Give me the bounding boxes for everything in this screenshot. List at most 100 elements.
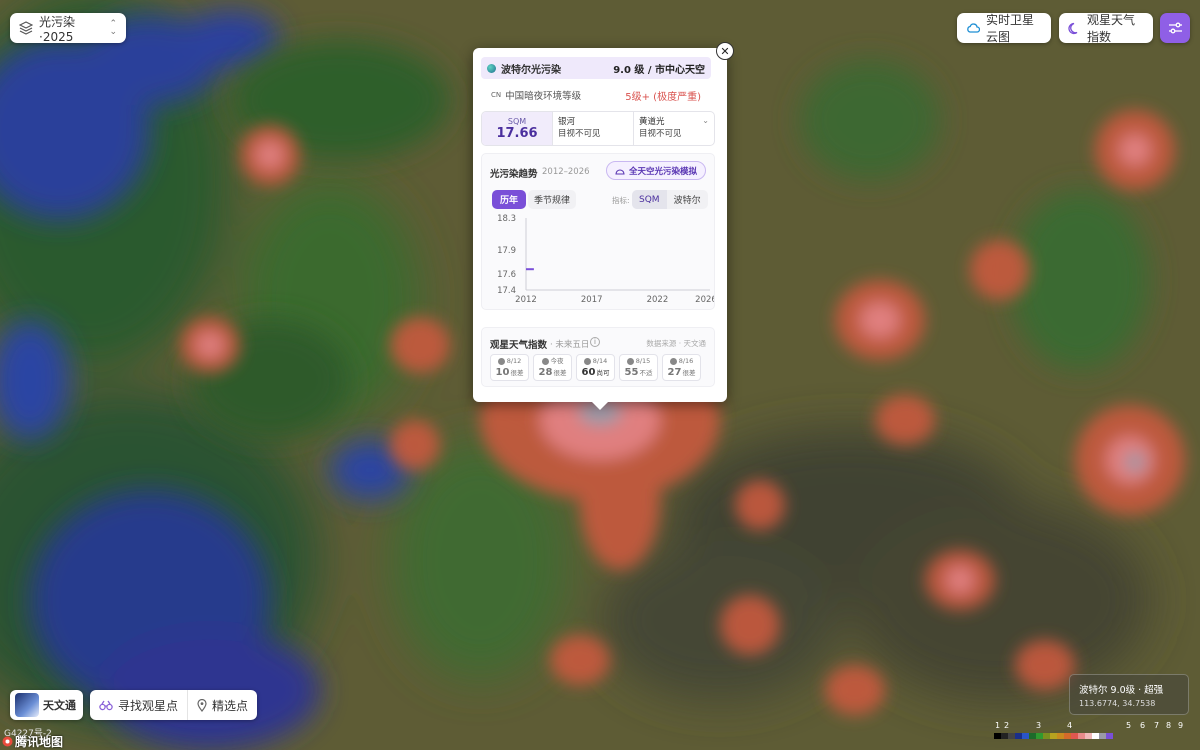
location-pin-icon	[197, 698, 207, 712]
sqm-key: SQM	[507, 116, 527, 126]
tab-yearly[interactable]: 历年	[492, 190, 527, 209]
metric-bortle[interactable]: 波特尔	[667, 190, 708, 209]
legend-swatch	[1057, 733, 1064, 739]
app-brand-button[interactable]: 天文通	[10, 690, 83, 720]
legend-swatch	[1036, 733, 1043, 739]
forecast-day[interactable]: 8/15 55不适	[619, 354, 658, 381]
trend-title: 光污染趋势	[490, 169, 538, 180]
x-tick-label: 2022	[647, 295, 669, 305]
featured-spots-button[interactable]: 精选点	[187, 690, 257, 720]
day-score: 55	[624, 367, 639, 378]
chevron-updown-icon: ⌃ ⌄	[109, 19, 117, 37]
legend-label: 6	[1140, 721, 1146, 730]
zodiacal-stat[interactable]: 黄道光 目视不可见 ⌄	[633, 112, 714, 145]
legend-swatch	[1085, 733, 1092, 739]
legend-label: 5	[1126, 721, 1132, 730]
legend-label: 1	[995, 721, 1001, 730]
info-icon[interactable]: i	[590, 337, 600, 347]
dome-icon	[615, 168, 625, 175]
day-date: 8/14	[592, 357, 608, 365]
y-tick-label: 17.9	[497, 246, 516, 256]
cursor-bortle-value: 波特尔 9.0级 · 超强	[1079, 685, 1164, 696]
sqm-value: 17.66	[496, 125, 538, 141]
satellite-cloud-label: 实时卫星云图	[986, 13, 1035, 44]
milkyway-stat: 银河 目视不可见	[552, 112, 633, 145]
moon-icon	[1068, 22, 1078, 34]
close-button[interactable]: ✕	[716, 42, 734, 60]
day-date: 8/15	[635, 357, 651, 365]
trend-panel: 光污染趋势 2012–2026 全天空光污染模拟 历年 季节规律 指标: SQM…	[481, 153, 715, 310]
stargazing-weather-label: 观星天气指数	[1087, 13, 1136, 44]
day-label: 很差	[510, 369, 524, 377]
weather-sub: · 未来五日	[550, 340, 590, 350]
trend-chart: 18.3 17.9 17.6 17.42012 2017 2022 2026	[497, 214, 714, 305]
day-date: 今夜	[550, 357, 564, 365]
legend-label: 2	[1004, 721, 1010, 730]
legend-swatch	[1022, 733, 1029, 739]
class-label: 中国暗夜环境等级	[505, 91, 582, 102]
location-popup: ✕ 波特尔光污染 9.0 级 / 市中心天空 CN 中国暗夜环境等级 5级+ (…	[473, 42, 734, 402]
cloud-icon	[967, 23, 980, 33]
tencent-map-icon	[2, 736, 13, 747]
day-score: 60	[581, 367, 596, 378]
trend-range: 2012–2026	[542, 167, 590, 177]
sky-simulation-label: 全天空光污染模拟	[628, 166, 697, 177]
weather-dot-icon	[541, 358, 549, 365]
stargazing-weather-button[interactable]: 观星天气指数	[1059, 13, 1153, 44]
x-tick-label: 2026	[695, 295, 714, 305]
find-stargazing-button[interactable]: 寻找观星点	[90, 690, 187, 720]
legend-swatch	[1043, 733, 1050, 739]
legend-swatch	[1050, 733, 1057, 739]
class-value: 5级+ (极度严重)	[625, 91, 701, 103]
y-tick-label: 17.6	[497, 270, 516, 280]
cursor-info-box: 波特尔 9.0级 · 超强 113.6774, 34.7538	[1069, 674, 1189, 715]
weather-dot-icon	[583, 358, 591, 365]
forecast-day[interactable]: 8/12 10很差	[490, 354, 529, 381]
sqm-stat: SQM 17.66	[482, 112, 552, 145]
layer-selector-label: 光污染·2025	[39, 14, 76, 44]
tab-seasonal[interactable]: 季节规律	[528, 190, 577, 209]
settings-button[interactable]	[1160, 13, 1190, 43]
satellite-cloud-button[interactable]: 实时卫星云图	[957, 13, 1051, 44]
day-score: 27	[667, 367, 682, 378]
forecast-day[interactable]: 今夜 28很差	[533, 354, 572, 381]
binoculars-icon	[99, 700, 113, 710]
map-provider-logo: 腾讯地图	[2, 733, 63, 750]
layers-icon	[19, 21, 33, 35]
day-date: 8/12	[506, 357, 522, 365]
day-label: 不适	[639, 369, 653, 377]
weather-title: 观星天气指数	[490, 340, 548, 351]
y-tick-label: 17.4	[497, 286, 516, 296]
find-stargazing-label: 寻找观星点	[118, 698, 179, 713]
legend-swatch	[1064, 733, 1071, 739]
legend-label: 7	[1154, 721, 1160, 730]
popup-tail	[591, 401, 609, 410]
metric-sqm[interactable]: SQM	[632, 190, 667, 209]
legend-label: 9	[1178, 721, 1184, 730]
legend-swatch	[1071, 733, 1078, 739]
find-spots-toolbar: 寻找观星点 精选点	[90, 690, 257, 720]
china-dark-sky-class: CN 中国暗夜环境等级 5级+ (极度严重)	[481, 84, 711, 106]
day-label: 很差	[553, 369, 567, 377]
close-icon: ✕	[720, 44, 730, 58]
metric-label: 指标:	[612, 196, 630, 205]
legend-swatch	[1015, 733, 1022, 739]
metric-toggle: SQM 波特尔	[632, 190, 708, 209]
forecast-day[interactable]: 8/16 27很差	[662, 354, 701, 381]
layer-selector[interactable]: 光污染·2025 ⌃ ⌄	[10, 13, 126, 44]
flag-cn: CN	[491, 91, 502, 99]
day-label: 很差	[682, 369, 696, 377]
legend-label: 3	[1036, 721, 1042, 730]
forecast-day[interactable]: 8/14 60尚可	[576, 354, 615, 381]
legend-swatch	[1008, 733, 1015, 739]
legend-swatch	[994, 733, 1001, 739]
chevron-down-icon: ⌄	[702, 116, 709, 125]
zodiacal-label: 黄道光	[639, 117, 665, 127]
legend-swatch	[1099, 733, 1106, 739]
legend-color-bar	[994, 733, 1113, 739]
weather-source: 数据来源 · 天文通	[646, 339, 706, 348]
day-score: 10	[495, 367, 510, 378]
sky-simulation-button[interactable]: 全天空光污染模拟	[605, 161, 706, 180]
popup-header: 波特尔光污染 9.0 级 / 市中心天空	[481, 57, 711, 79]
weather-dot-icon	[497, 358, 505, 365]
